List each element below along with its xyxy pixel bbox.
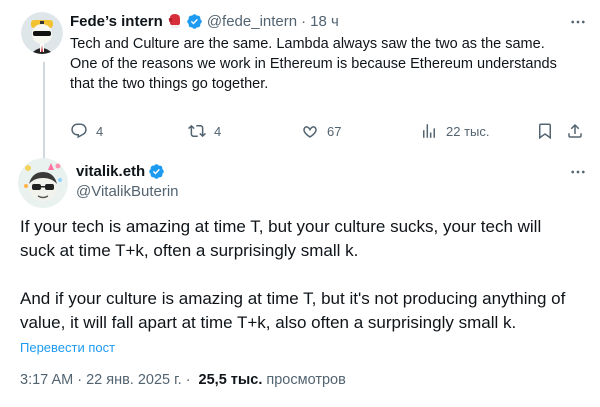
repost-count: 4 bbox=[214, 123, 222, 139]
more-icon[interactable] bbox=[568, 12, 588, 32]
reply-avatar[interactable] bbox=[21, 12, 63, 54]
repost-icon bbox=[188, 122, 206, 140]
like-icon bbox=[301, 122, 319, 140]
bookmark-icon bbox=[536, 122, 554, 140]
main-name-row: vitalik.eth bbox=[76, 161, 179, 181]
main-author: vitalik.eth @VitalikButerin bbox=[76, 161, 179, 201]
translate-post-link[interactable]: Перевести пост bbox=[20, 340, 115, 355]
boxing-glove-icon bbox=[167, 13, 183, 29]
reply-tweet[interactable]: Fede’s intern @fede_intern · 18 ч Tech a… bbox=[18, 10, 588, 150]
reply-text: Tech and Culture are the same. Lambda al… bbox=[70, 34, 588, 94]
verified-badge-icon bbox=[148, 163, 165, 180]
more-icon[interactable] bbox=[568, 162, 588, 182]
views-icon bbox=[420, 122, 438, 140]
like-button[interactable]: 67 bbox=[301, 122, 341, 140]
views-count: 25,5 тыс. bbox=[198, 372, 263, 388]
share-button[interactable] bbox=[566, 122, 584, 140]
reply-button[interactable]: 4 bbox=[70, 122, 103, 140]
main-tweet-text: If your tech is amazing at time T, but y… bbox=[20, 215, 590, 335]
reply-author-name[interactable]: Fede’s intern bbox=[70, 13, 163, 30]
reply-text-line: that the two things go together. bbox=[70, 76, 269, 92]
repost-button[interactable]: 4 bbox=[188, 122, 221, 140]
views-label: просмотров bbox=[266, 372, 346, 388]
main-author-name[interactable]: vitalik.eth bbox=[76, 163, 145, 180]
main-avatar[interactable] bbox=[18, 158, 68, 208]
separator-dot: · bbox=[185, 372, 191, 388]
separator-dot: · bbox=[301, 12, 307, 30]
reply-count: 4 bbox=[96, 123, 104, 139]
reply-text-line: Tech and Culture are the same. Lambda al… bbox=[70, 36, 545, 52]
views-count: 22 тыс. bbox=[446, 123, 490, 139]
reply-action-bar: 4 4 67 22 тыс. bbox=[70, 122, 588, 142]
tweet-meta: 3:17 AM · 22 янв. 2025 г. · 25,5 тыс. пр… bbox=[20, 372, 346, 388]
reply-content: Fede’s intern @fede_intern · 18 ч Tech a… bbox=[70, 10, 588, 94]
reply-author-handle[interactable]: @fede_intern bbox=[207, 13, 297, 30]
views-button[interactable]: 22 тыс. bbox=[420, 122, 489, 140]
verified-badge-icon bbox=[186, 13, 203, 30]
main-author-handle[interactable]: @VitalikButerin bbox=[76, 183, 179, 200]
bookmark-button[interactable] bbox=[536, 122, 554, 140]
tweet-text-line: value, it will fall apart at time T+k, a… bbox=[20, 313, 517, 332]
reply-text-line: One of the reasons we work in Ethereum i… bbox=[70, 56, 557, 72]
reply-timestamp[interactable]: 18 ч bbox=[310, 13, 339, 30]
like-count: 67 bbox=[327, 123, 342, 139]
reply-icon bbox=[70, 122, 88, 140]
reply-header: Fede’s intern @fede_intern · 18 ч bbox=[70, 10, 588, 32]
tweet-text-line: And if your culture is amazing at time T… bbox=[20, 289, 566, 308]
tweet-text-line: suck at time T+k, often a surprisingly s… bbox=[20, 241, 359, 260]
share-icon bbox=[566, 122, 584, 140]
tweet-text-line: If your tech is amazing at time T, but y… bbox=[20, 217, 542, 236]
tweet-timestamp[interactable]: 3:17 AM · 22 янв. 2025 г. bbox=[20, 372, 182, 388]
